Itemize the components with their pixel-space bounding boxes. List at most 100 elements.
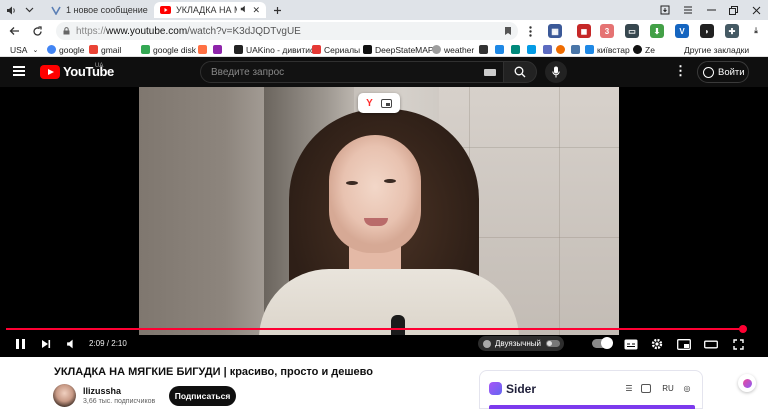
extension-badge-icon[interactable]: 3 — [600, 24, 614, 38]
bookmark-weather[interactable]: weather — [432, 42, 474, 57]
channel-name[interactable]: llizussha — [83, 386, 121, 396]
keyboard-icon[interactable] — [484, 69, 496, 76]
deepstate-icon — [363, 45, 372, 54]
channel-avatar[interactable] — [53, 384, 76, 407]
extension-dark-icon[interactable]: ◗ — [700, 24, 714, 38]
bookmark-star-icon[interactable] — [504, 26, 512, 39]
bookmark-usa[interactable]: USA ⌄ — [10, 42, 38, 57]
lock-icon — [63, 27, 70, 38]
sign-in-button[interactable]: Войти — [697, 61, 749, 83]
restore-icon[interactable] — [722, 2, 744, 18]
tab-messages[interactable]: 1 новое сообщение — [44, 2, 154, 18]
bookmark-deepstatemap[interactable]: DeepStateMAP — [363, 42, 434, 57]
other-bookmarks[interactable]: Другие закладки — [684, 42, 749, 57]
bookmark-icon-4[interactable] — [527, 42, 539, 57]
bookmark-google-disk[interactable]: google disk — [141, 42, 196, 57]
sider-floating-icon[interactable] — [738, 374, 756, 392]
tab-close-icon[interactable]: ✕ — [252, 5, 260, 16]
tab-audio-icon[interactable] — [4, 2, 18, 18]
account-icon — [703, 66, 714, 78]
bookmark-gmail[interactable]: gmail — [89, 42, 121, 57]
voice-search-button[interactable] — [545, 61, 567, 83]
bookmark-icon-6[interactable] — [556, 42, 568, 57]
autoplay-toggle[interactable] — [592, 337, 613, 349]
extension-grid-icon[interactable]: ▦ — [548, 24, 562, 38]
url-field[interactable]: https://www.youtube.com/watch?v=K3dJQDTv… — [56, 22, 518, 40]
close-window-icon[interactable] — [745, 2, 767, 18]
youtube-logo-icon[interactable] — [40, 65, 60, 79]
time-display: 2:09 / 2:10 — [89, 339, 127, 348]
bookmark-icon-3[interactable] — [511, 42, 523, 57]
picture-in-picture-icon[interactable] — [380, 98, 392, 108]
progress-played[interactable] — [6, 328, 739, 330]
drive-icon — [141, 45, 150, 54]
bookmark-google[interactable]: google — [47, 42, 85, 57]
bookmark-dark-icon — [479, 45, 488, 54]
bookmark-icon-multi[interactable] — [213, 42, 225, 57]
pause-button[interactable] — [14, 336, 26, 352]
extension-downloads-icon[interactable]: ⤓ — [749, 24, 763, 38]
bookmark-uakino[interactable]: UAKino - дивитис — [234, 42, 314, 57]
bookmark-teal-icon — [511, 45, 520, 54]
sider-action-bar[interactable] — [489, 405, 695, 409]
youtube-wordmark[interactable]: YouTube — [63, 64, 114, 79]
sider-settings-icon[interactable]: ◎ — [681, 382, 693, 394]
bookmark-icon-2[interactable] — [495, 42, 507, 57]
search-button[interactable] — [503, 61, 537, 83]
extension-shop-icon[interactable]: ◼ — [577, 24, 591, 38]
gmail-icon — [89, 45, 98, 54]
new-tab-button[interactable] — [270, 2, 284, 18]
minimize-icon[interactable] — [700, 2, 722, 18]
extension-monitor-icon[interactable]: ▭ — [625, 24, 639, 38]
miniplayer-button[interactable] — [676, 336, 692, 352]
kyivstar-icon — [585, 45, 594, 54]
reload-icon[interactable] — [28, 20, 46, 42]
bookmark-icon-5[interactable] — [543, 42, 555, 57]
extension-v-icon[interactable]: V — [675, 24, 689, 38]
search-input[interactable]: Введите запрос — [200, 61, 505, 83]
video-frame[interactable] — [139, 87, 619, 335]
bookmark-icon-vk[interactable] — [571, 42, 583, 57]
url-path: /watch?v=K3dJQDTvgUE — [187, 25, 301, 37]
downloads-icon[interactable] — [654, 2, 676, 18]
bilingual-dub-toggle[interactable]: Двуязычный — [478, 336, 564, 351]
bookmark-icon-orange[interactable] — [198, 42, 210, 57]
yandex-icon[interactable]: Y — [366, 98, 373, 109]
bookmark-ze[interactable]: Ze — [633, 42, 655, 57]
volume-button[interactable] — [64, 336, 78, 352]
google-icon — [47, 45, 56, 54]
sider-image-icon[interactable] — [641, 384, 651, 393]
face — [329, 135, 421, 253]
bookmark-circle-icon — [556, 45, 565, 54]
sider-language[interactable]: RU — [662, 382, 674, 394]
window-menu-icon[interactable] — [677, 2, 699, 18]
extension-download-icon[interactable]: ⬇ — [650, 24, 664, 38]
bookmark-blue-icon — [495, 45, 504, 54]
subscriber-count: 3,66 тыс. подписчиков — [83, 398, 156, 405]
fullscreen-button[interactable] — [730, 336, 746, 352]
theater-mode-button[interactable] — [703, 336, 719, 352]
settings-dots-icon[interactable]: ⋮ — [674, 64, 687, 80]
subscribe-button[interactable]: Подписаться — [169, 386, 236, 406]
right-eye — [384, 179, 396, 183]
extension-puzzle-icon[interactable]: ✚ — [725, 24, 739, 38]
url-scheme: https:// — [76, 25, 107, 37]
url-host: www.youtube.com — [106, 25, 188, 37]
scrubber-handle[interactable] — [739, 325, 747, 333]
settings-button[interactable] — [649, 336, 665, 352]
pip-popup[interactable]: Y — [358, 93, 400, 113]
subtitles-button[interactable] — [623, 336, 639, 352]
bookmark-icon-1[interactable] — [479, 42, 491, 57]
menu-hamburger-icon[interactable] — [13, 66, 25, 76]
next-video-button[interactable] — [40, 336, 52, 352]
tab-youtube-video[interactable]: УКЛАДКА НА МЯГКИЕ ✕ — [154, 2, 266, 18]
bilingual-switch[interactable] — [545, 340, 560, 347]
vk-icon — [50, 5, 61, 16]
tab-list-chevron-icon[interactable] — [22, 2, 36, 18]
bookmark-serialy[interactable]: Сериалы — [312, 42, 360, 57]
browser-menu-dots-icon[interactable] — [521, 20, 539, 42]
sider-list-icon[interactable]: ☰ — [623, 382, 635, 394]
back-icon[interactable] — [5, 20, 23, 42]
vk-bookmark-icon — [571, 45, 580, 54]
bookmark-kyivstar[interactable]: київстар — [585, 42, 630, 57]
